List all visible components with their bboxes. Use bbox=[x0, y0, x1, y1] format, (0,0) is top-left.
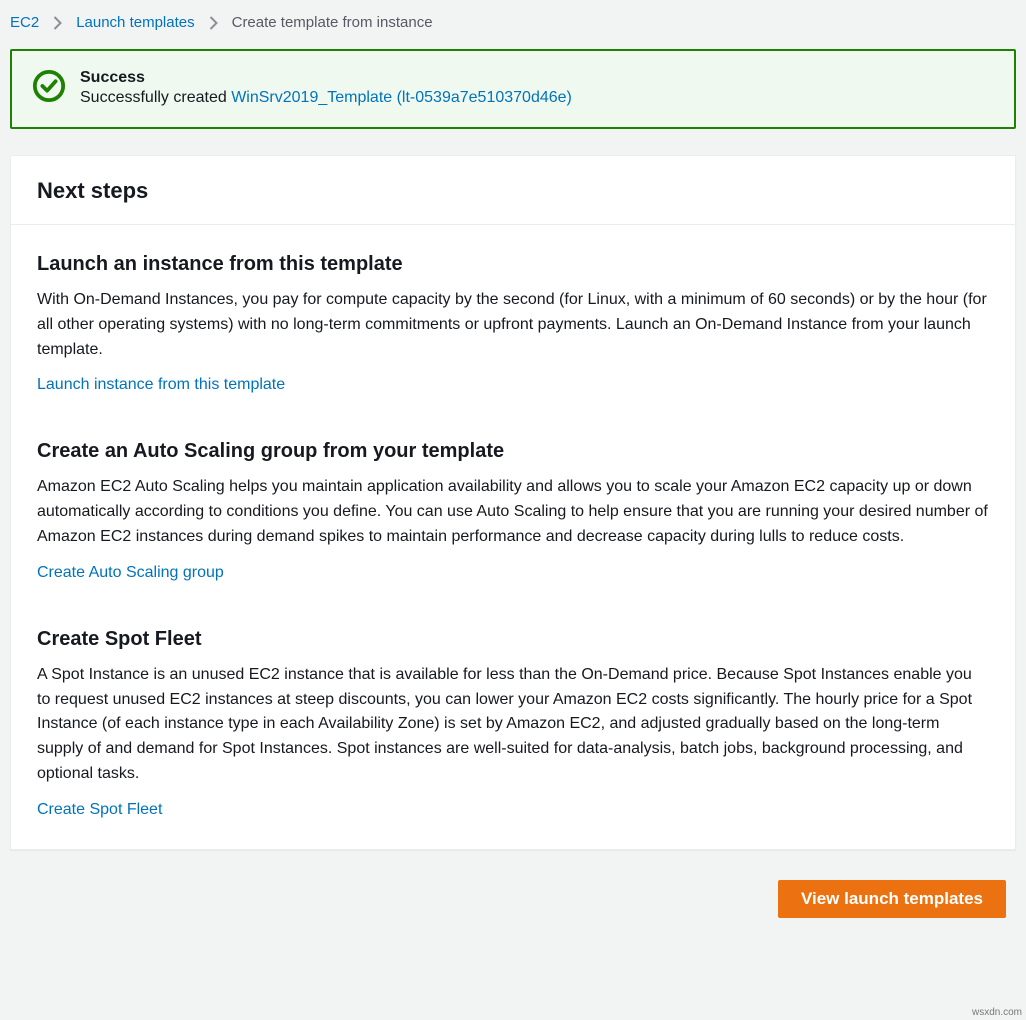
breadcrumb-launch-templates[interactable]: Launch templates bbox=[76, 14, 194, 31]
section-spot-fleet: Create Spot Fleet A Spot Instance is an … bbox=[37, 628, 989, 819]
alert-message: Successfully created WinSrv2019_Template… bbox=[80, 89, 572, 107]
view-launch-templates-button[interactable]: View launch templates bbox=[778, 880, 1006, 918]
panel-header: Next steps bbox=[11, 156, 1015, 225]
success-check-icon bbox=[32, 69, 66, 106]
success-alert: Success Successfully created WinSrv2019_… bbox=[10, 49, 1016, 129]
section-description: With On-Demand Instances, you pay for co… bbox=[37, 288, 989, 362]
panel-body: Launch an instance from this template Wi… bbox=[11, 225, 1015, 849]
breadcrumb: EC2 Launch templates Create template fro… bbox=[10, 10, 1016, 49]
breadcrumb-current: Create template from instance bbox=[232, 14, 433, 31]
section-title: Create Spot Fleet bbox=[37, 628, 989, 651]
breadcrumb-ec2[interactable]: EC2 bbox=[10, 14, 39, 31]
panel-title: Next steps bbox=[37, 178, 991, 204]
template-link[interactable]: WinSrv2019_Template (lt-0539a7e510370d46… bbox=[231, 89, 572, 106]
section-auto-scaling: Create an Auto Scaling group from your t… bbox=[37, 440, 989, 581]
section-launch-instance: Launch an instance from this template Wi… bbox=[37, 253, 989, 394]
section-description: Amazon EC2 Auto Scaling helps you mainta… bbox=[37, 475, 989, 549]
chevron-right-icon bbox=[53, 16, 62, 30]
section-title: Create an Auto Scaling group from your t… bbox=[37, 440, 989, 463]
alert-message-text: Successfully created bbox=[80, 89, 231, 106]
chevron-right-icon bbox=[209, 16, 218, 30]
alert-content: Success Successfully created WinSrv2019_… bbox=[80, 69, 572, 107]
launch-instance-link[interactable]: Launch instance from this template bbox=[37, 376, 285, 393]
next-steps-panel: Next steps Launch an instance from this … bbox=[10, 155, 1016, 850]
section-title: Launch an instance from this template bbox=[37, 253, 989, 276]
alert-title: Success bbox=[80, 69, 572, 87]
footer-actions: View launch templates bbox=[10, 850, 1016, 918]
section-description: A Spot Instance is an unused EC2 instanc… bbox=[37, 663, 989, 787]
create-auto-scaling-link[interactable]: Create Auto Scaling group bbox=[37, 564, 224, 581]
watermark: wsxdn.com bbox=[972, 1007, 1022, 1018]
create-spot-fleet-link[interactable]: Create Spot Fleet bbox=[37, 801, 162, 818]
